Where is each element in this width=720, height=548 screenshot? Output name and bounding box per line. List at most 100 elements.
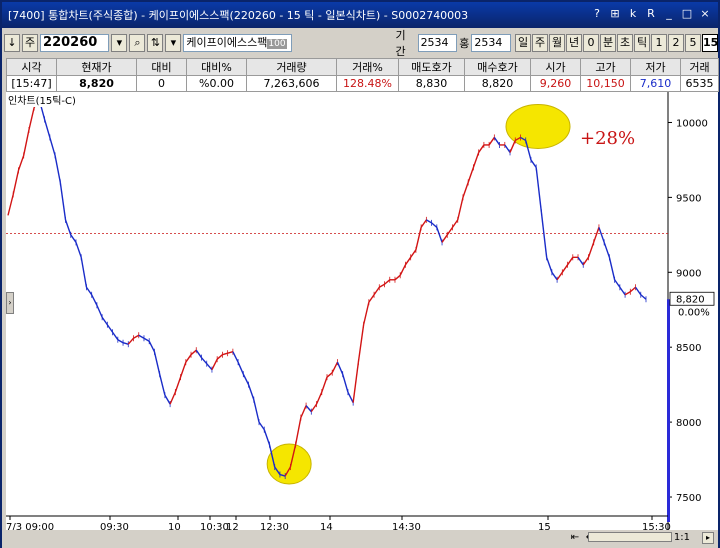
horizontal-scrollbar[interactable]: [588, 532, 672, 542]
header-bid: 매수호가: [464, 58, 531, 76]
close-button[interactable]: ×: [698, 7, 712, 21]
price-segment: [509, 140, 516, 153]
down-arrow-icon[interactable]: ↓: [4, 34, 20, 52]
left-scroll-handle[interactable]: ›: [6, 292, 14, 314]
price-segment: [59, 182, 67, 220]
price-segment: [43, 119, 51, 138]
price-segment: [216, 354, 223, 360]
chevron-down-icon[interactable]: ▾: [111, 34, 128, 52]
price-segment: [566, 256, 574, 266]
interval-week[interactable]: 주: [532, 34, 548, 52]
chart-title: 인차트(15틱-C): [6, 92, 76, 107]
quote-value-row: [15:47] 8,820 0 %0.00 7,263,606 128.48% …: [6, 75, 719, 92]
price-segment: [624, 291, 631, 296]
price-segment: [451, 219, 459, 228]
price-chart[interactable]: 1000095009000850080007500+28%8,8200.00%7…: [6, 92, 718, 533]
help-icon[interactable]: ?: [590, 7, 604, 21]
price-segment: [227, 351, 234, 354]
price-segment: [321, 376, 328, 393]
price-segment: [462, 182, 469, 198]
grid-icon[interactable]: ⊞: [608, 7, 622, 21]
price-segment: [493, 137, 501, 146]
chevron-down-icon[interactable]: ▾: [165, 34, 182, 52]
period-input[interactable]: 2534: [417, 34, 458, 52]
minimize-button[interactable]: _: [662, 7, 676, 21]
stock-name: 케이프이에스스팩: [186, 36, 268, 49]
price-segment: [158, 373, 166, 396]
toolbar: ↓ 주 220260 ▾ ⌕ ⇅ ▾ 케이프이에스스팩100 기간 2534 홍…: [2, 29, 718, 58]
gain-annotation: +28%: [580, 128, 635, 149]
price-tick-label: 8500: [676, 343, 701, 354]
price-segment: [404, 256, 412, 266]
interval-minute[interactable]: 분: [600, 34, 616, 52]
interval-second[interactable]: 초: [617, 34, 633, 52]
price-segment: [310, 403, 318, 413]
price-segment: [54, 155, 61, 183]
stock-name-field[interactable]: 케이프이에스스팩100: [183, 34, 293, 52]
interval-day[interactable]: 일: [515, 34, 531, 52]
ratio-label: 1:1: [673, 532, 690, 543]
price-segment: [12, 170, 20, 195]
header-change-pct: 대비%: [186, 58, 247, 76]
price-segment: [17, 155, 25, 171]
price-segment: [200, 357, 208, 365]
interval-tick[interactable]: 틱: [634, 34, 650, 52]
arrows-icon[interactable]: ⇅: [147, 34, 164, 52]
r-button[interactable]: R: [644, 7, 658, 21]
price-segment: [342, 373, 349, 393]
price-segment: [362, 302, 370, 325]
price-segment: [478, 144, 485, 153]
price-segment: [85, 286, 93, 296]
k-button[interactable]: k: [626, 7, 640, 21]
price-segment: [420, 219, 427, 228]
stock-type-button[interactable]: 주: [22, 34, 39, 52]
window-title: [7400] 통합차트(주식종합) - 케이프이에스스팩(220260 - 15…: [8, 9, 469, 22]
price-segment: [530, 159, 537, 168]
interval-year[interactable]: 년: [566, 34, 582, 52]
search-icon[interactable]: ⌕: [129, 34, 146, 52]
quote-header-row: 시각 현재가 대비 대비% 거래량 거래% 매도호가 매수호가 시가 고가 저가…: [6, 58, 719, 76]
price-segment: [457, 197, 464, 221]
stock-code-input[interactable]: 220260: [40, 34, 110, 52]
interval-buttons: 일 주 월 년 0 분 초 틱 1 2 5 15: [515, 34, 718, 52]
price-segment: [222, 352, 228, 356]
price-segment: [263, 429, 271, 445]
price-segment: [587, 242, 595, 258]
price-segment: [211, 358, 218, 370]
price-segment: [91, 294, 98, 306]
interval-month[interactable]: 월: [549, 34, 565, 52]
interval-1[interactable]: 1: [651, 34, 667, 52]
price-tick-label: 9000: [676, 268, 701, 279]
price-segment: [556, 271, 563, 281]
header-change: 대비: [136, 58, 187, 76]
interval-zero[interactable]: 0: [583, 34, 599, 52]
value-volume: 7,263,606: [246, 75, 337, 92]
current-price-label: 8,820: [676, 294, 705, 305]
value-bid: 8,820: [464, 75, 531, 92]
maximize-button[interactable]: □: [680, 7, 694, 21]
header-price: 현재가: [56, 58, 137, 76]
price-segment: [96, 304, 103, 318]
price-segment: [545, 257, 553, 273]
interval-15[interactable]: 15: [702, 34, 718, 52]
interval-2[interactable]: 2: [668, 34, 684, 52]
chart-area[interactable]: 10000 9500 9000 8500 8000 7500 +28% 8,820 0.00% 7…: [6, 92, 718, 533]
header-volume-pct: 거래%: [336, 58, 399, 76]
price-segment: [399, 264, 407, 276]
chart-window: [7400] 통합차트(주식종합) - 케이프이에스스팩(220260 - 15…: [0, 0, 720, 548]
current-change-label: 0.00%: [678, 307, 710, 318]
price-segment: [80, 257, 88, 288]
zoom-left-icon[interactable]: ⇤: [569, 531, 581, 545]
value-price: 8,820: [56, 75, 137, 92]
scroll-right-icon[interactable]: ▸: [702, 532, 714, 544]
price-segment: [614, 279, 621, 288]
header-time: 시각: [6, 58, 57, 76]
price-segment: [598, 227, 605, 243]
interval-5[interactable]: 5: [685, 34, 701, 52]
price-segment: [185, 354, 192, 363]
price-segment: [640, 294, 647, 300]
price-segment: [70, 234, 77, 243]
header-ask: 매도호가: [398, 58, 465, 76]
price-segment: [242, 373, 250, 385]
count-input[interactable]: 2534: [471, 34, 511, 52]
